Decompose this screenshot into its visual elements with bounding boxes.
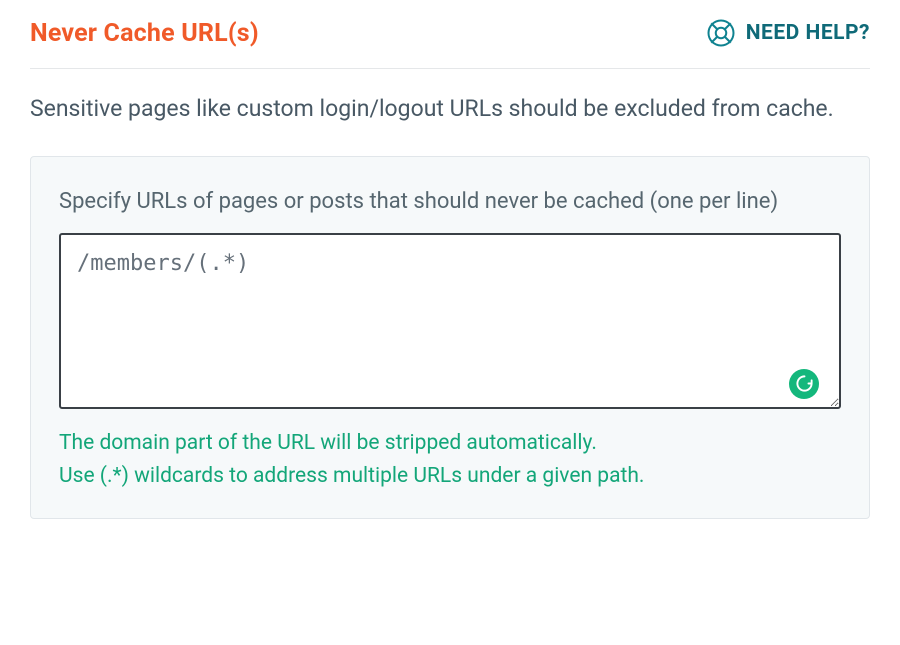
never-cache-urls-textarea[interactable] (59, 233, 841, 409)
need-help-label: NEED HELP? (746, 21, 870, 45)
need-help-link[interactable]: NEED HELP? (706, 18, 870, 48)
section-header: Never Cache URL(s) NEED HELP? (30, 18, 870, 69)
lifebuoy-icon (706, 18, 736, 48)
never-cache-panel: Specify URLs of pages or posts that shou… (30, 156, 870, 519)
hint-line-1: The domain part of the URL will be strip… (59, 427, 841, 461)
textarea-wrapper (59, 233, 841, 413)
hint-line-2: Use (.*) wildcards to address multiple U… (59, 460, 841, 494)
section-description: Sensitive pages like custom login/logout… (30, 91, 870, 128)
field-label: Specify URLs of pages or posts that shou… (59, 185, 841, 219)
field-hint: The domain part of the URL will be strip… (59, 427, 841, 494)
section-title: Never Cache URL(s) (30, 19, 259, 48)
